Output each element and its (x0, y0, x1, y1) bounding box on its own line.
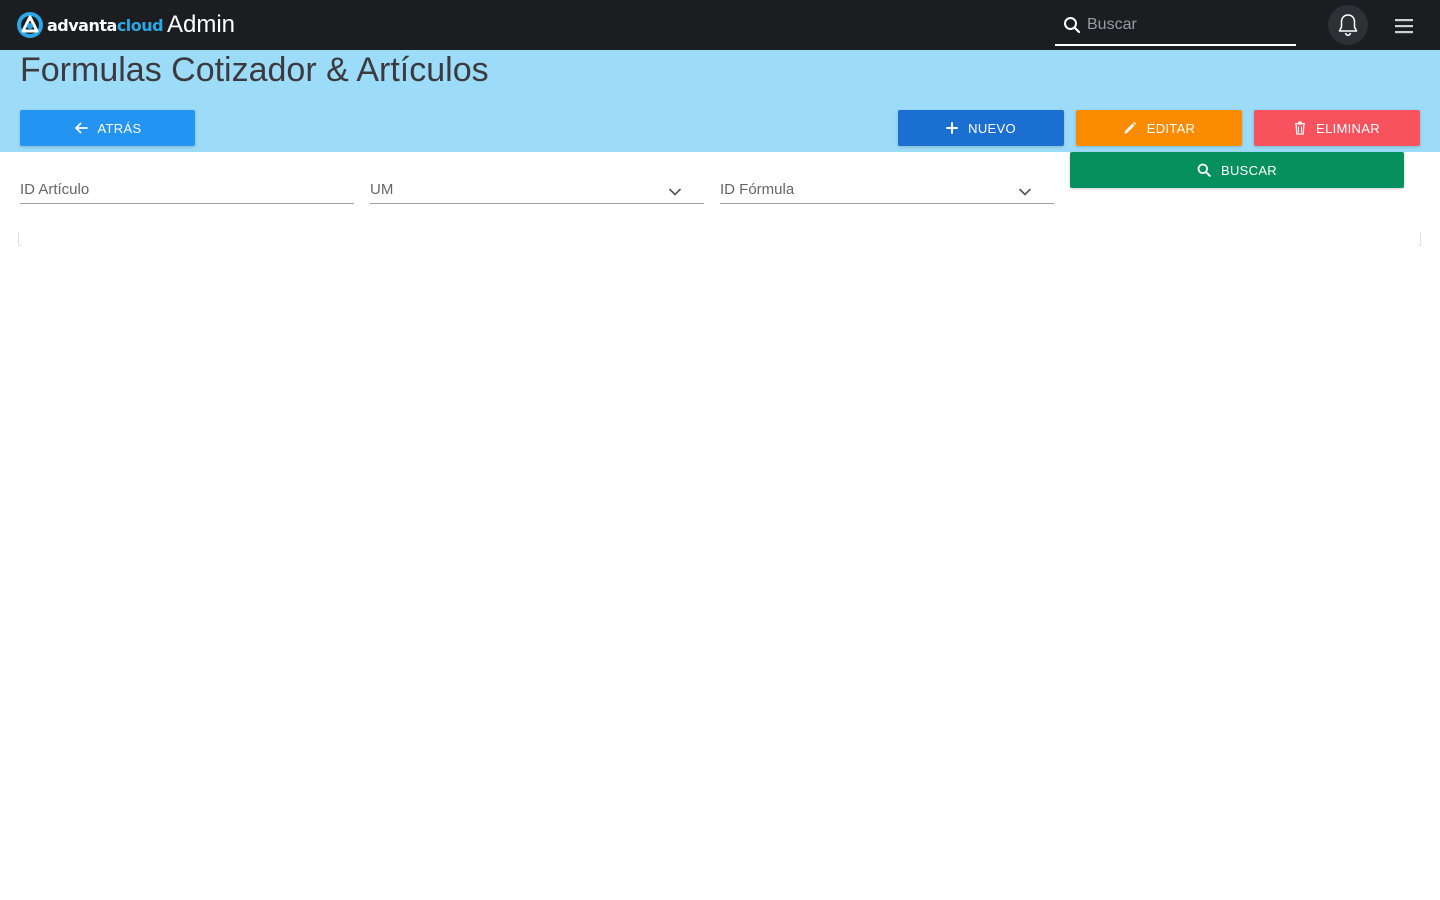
search-button-label: BUSCAR (1221, 162, 1277, 178)
new-button-label: NUEVO (968, 120, 1016, 136)
search-icon (1064, 17, 1081, 34)
results-grid-right-edge (1418, 232, 1421, 246)
trash-icon (1295, 121, 1306, 135)
chevron-down-icon (668, 188, 682, 196)
edit-button[interactable]: EDITAR (1076, 110, 1242, 146)
results-grid-left-edge (18, 232, 21, 246)
id-formula-select[interactable]: ID Fórmula (720, 178, 1054, 204)
um-select[interactable]: UM (370, 178, 704, 204)
global-search (1055, 6, 1296, 46)
back-button[interactable]: ATRÁS (20, 110, 195, 146)
search-input[interactable] (1087, 12, 1292, 38)
top-bar: advantacloud Admin (0, 0, 1440, 50)
app-title: Admin (167, 11, 236, 38)
brand-name-part2: cloud (116, 15, 164, 35)
main-menu-button[interactable] (1392, 16, 1416, 36)
arrow-left-icon (74, 122, 88, 134)
hamburger-menu-icon (1395, 19, 1413, 34)
page-title: Formulas Cotizador & Artículos (20, 51, 489, 89)
brand-name: advantacloud (47, 15, 164, 35)
delete-button[interactable]: ELIMINAR (1254, 110, 1420, 146)
brand-name-part1: advanta (47, 15, 117, 35)
id-articulo-field[interactable]: ID Artículo (20, 178, 354, 204)
search-icon (1197, 163, 1211, 177)
chevron-down-icon (1018, 188, 1032, 196)
um-label: UM (370, 181, 394, 198)
edit-button-label: EDITAR (1146, 120, 1196, 136)
plus-icon (946, 122, 959, 134)
id-articulo-input[interactable] (20, 178, 354, 202)
id-formula-label: ID Fórmula (720, 181, 795, 198)
advantacloud-logo-icon (17, 12, 43, 38)
brand-logo[interactable]: advantacloud (16, 11, 164, 39)
delete-button-label: ELIMINAR (1316, 120, 1380, 136)
back-button-label: ATRÁS (97, 120, 142, 136)
notifications-button[interactable] (1328, 5, 1368, 45)
bell-icon (1338, 14, 1358, 37)
new-button[interactable]: NUEVO (898, 110, 1064, 146)
pencil-icon (1124, 121, 1136, 134)
search-button[interactable]: BUSCAR (1070, 152, 1404, 188)
